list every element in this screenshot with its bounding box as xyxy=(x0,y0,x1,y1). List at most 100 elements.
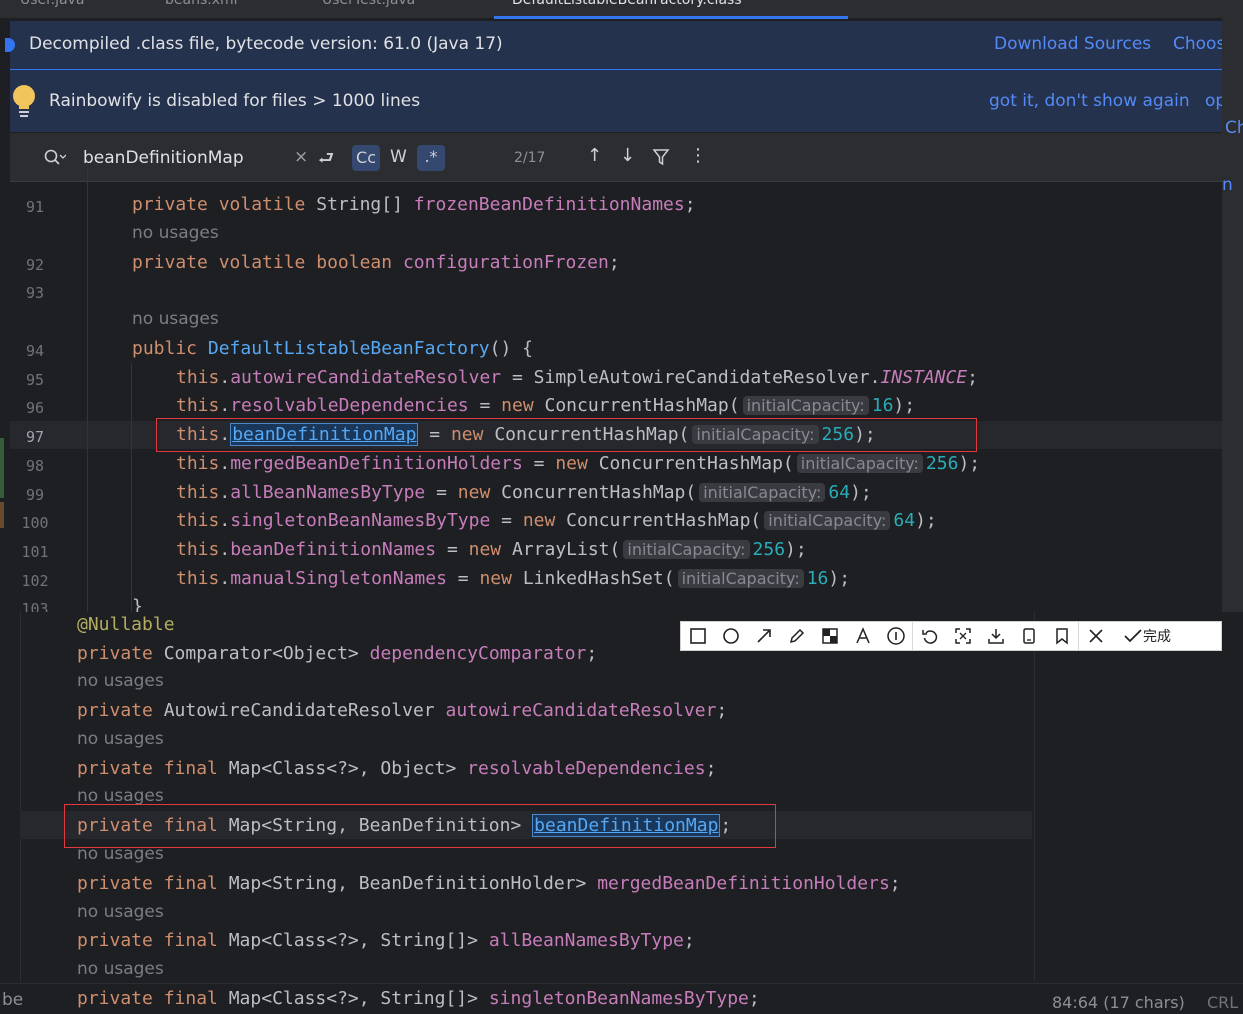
vcs-marker xyxy=(0,438,4,498)
line-number: 95 xyxy=(25,371,45,389)
line-number: 97 xyxy=(25,428,45,446)
close-icon[interactable] xyxy=(1078,622,1112,650)
pen-icon[interactable] xyxy=(780,622,813,650)
status-left-text: be xyxy=(2,990,24,1010)
download-icon[interactable] xyxy=(979,622,1012,650)
undo-icon[interactable] xyxy=(912,622,946,650)
annotation: @Nullable xyxy=(77,614,175,635)
code-line: this.beanDefinitionNames = new ArrayList… xyxy=(176,539,807,560)
line-number: 94 xyxy=(25,342,45,360)
right-edge-text-2: n xyxy=(1222,175,1233,195)
check-icon xyxy=(1124,629,1142,643)
usage-hint[interactable]: no usages xyxy=(77,902,164,922)
decompiled-banner: Decompiled .class file, bytecode version… xyxy=(5,21,1222,70)
tab-label: beans.xml xyxy=(165,0,238,8)
search-icon[interactable] xyxy=(44,149,66,167)
code-view-upper: 91 private volatile String[] frozenBeanD… xyxy=(10,168,1222,612)
words-button[interactable]: W xyxy=(390,147,407,167)
class-name: ConcurrentHashMap xyxy=(544,395,729,416)
constructor-name: DefaultListableBeanFactory xyxy=(207,338,490,359)
type-name: Map<Class<?>, String[]> xyxy=(228,988,478,1009)
done-button[interactable]: 完成 xyxy=(1112,622,1182,650)
right-side-panel-edge: Ch n xyxy=(1222,0,1243,612)
code-line: private volatile boolean configurationFr… xyxy=(132,252,620,273)
field-name: manualSingletonNames xyxy=(230,568,447,589)
type-name: AutowireCandidateResolver xyxy=(163,700,435,721)
field-name: singletonBeanNamesByType xyxy=(488,988,749,1009)
parameter-hint: initialCapacity: xyxy=(677,569,804,588)
line-number: 91 xyxy=(25,198,45,216)
tab-user-java[interactable]: User.java xyxy=(20,0,84,10)
usage-hint[interactable]: no usages xyxy=(132,223,219,243)
class-name: ConcurrentHashMap xyxy=(598,453,783,474)
more-options-icon[interactable]: ⋮ xyxy=(689,145,707,166)
rainbowify-text: Rainbowify is disabled for files > 1000 … xyxy=(49,91,421,111)
tab-beans-xml[interactable]: beans.xml xyxy=(165,0,238,10)
field-name: mergedBeanDefinitionHolders xyxy=(230,453,523,474)
arrow-icon[interactable] xyxy=(747,622,780,650)
phone-icon[interactable] xyxy=(1012,622,1045,650)
code-view-lower: @Nullable private Comparator<Object> dep… xyxy=(0,612,1034,983)
code-line: this.singletonBeanNamesByType = new Conc… xyxy=(176,510,937,531)
editor-tab-strip: User.java beans.xml UserTest.java Defaul… xyxy=(0,0,1243,19)
code-line: this.resolvableDependencies = new Concur… xyxy=(176,395,916,416)
line-number: 102 xyxy=(21,572,49,590)
clear-search-icon[interactable]: × xyxy=(294,147,308,167)
class-name: ConcurrentHashMap xyxy=(566,510,751,531)
choose-sources-link[interactable]: Choos xyxy=(1173,34,1222,54)
caret-position[interactable]: 84:64 (17 chars) xyxy=(1052,993,1185,1012)
done-label: 完成 xyxy=(1143,629,1171,645)
bookmark-icon[interactable] xyxy=(1045,622,1078,650)
active-tab-indicator xyxy=(494,16,848,19)
line-number: 93 xyxy=(25,284,45,302)
field-name: mergedBeanDefinitionHolders xyxy=(597,873,890,894)
decompiled-text: Decompiled .class file, bytecode version… xyxy=(29,34,503,54)
tab-user-test[interactable]: UserTest.java xyxy=(322,0,415,10)
parameter-hint: initialCapacity: xyxy=(742,396,869,415)
rectangle-icon[interactable] xyxy=(681,622,714,650)
parameter-hint: initialCapacity: xyxy=(623,540,750,559)
usage-hint[interactable]: no usages xyxy=(77,671,164,691)
code-line: } xyxy=(132,596,143,612)
usage-hint[interactable]: no usages xyxy=(132,309,219,329)
field-name: allBeanNamesByType xyxy=(488,930,684,951)
usage-hint[interactable]: no usages xyxy=(77,786,164,806)
number: 16 xyxy=(806,568,829,589)
tab-default-listable-bean-factory[interactable]: DefaultListableBeanFactory.class xyxy=(512,0,742,10)
code-line: private final Map<Class<?>, String[]> al… xyxy=(77,930,695,951)
dismiss-link[interactable]: got it, don't show again xyxy=(989,91,1190,111)
pin-icon[interactable] xyxy=(946,622,979,650)
field-name: configurationFrozen xyxy=(402,252,609,273)
number: 256 xyxy=(752,539,786,560)
lightbulb-icon xyxy=(13,85,35,117)
text-icon[interactable] xyxy=(846,622,879,650)
mosaic-icon[interactable] xyxy=(813,622,846,650)
usage-hint[interactable]: no usages xyxy=(77,959,164,979)
code-line: private AutowireCandidateResolver autowi… xyxy=(77,700,728,721)
field-name: dependencyComparator xyxy=(369,643,587,664)
field-name: resolvableDependencies xyxy=(230,395,469,416)
line-ending[interactable]: CRL xyxy=(1207,993,1238,1012)
next-occurrence-icon[interactable]: ↓ xyxy=(620,145,635,166)
code-line: this.mergedBeanDefinitionHolders = new C… xyxy=(176,453,981,474)
static-field: INSTANCE xyxy=(880,367,968,388)
tab-label: UserTest.java xyxy=(322,0,416,8)
previous-occurrence-icon[interactable]: ↑ xyxy=(587,145,602,166)
parameter-hint: initialCapacity: xyxy=(699,483,826,502)
right-panel xyxy=(1034,612,1243,982)
field-name: frozenBeanDefinitionNames xyxy=(413,194,685,215)
screenshot-toolbar: 完成 xyxy=(680,621,1222,651)
rainbowify-banner: Rainbowify is disabled for files > 1000 … xyxy=(10,70,1226,132)
filter-icon[interactable] xyxy=(652,148,670,166)
code-line: private final Map<Class<?>, String[]> si… xyxy=(77,988,760,1009)
usage-hint[interactable]: no usages xyxy=(77,844,164,864)
code-line: private final Map<String, BeanDefinition… xyxy=(77,873,901,894)
number-icon[interactable] xyxy=(879,622,912,650)
field-name: allBeanNamesByType xyxy=(230,482,426,503)
number: 16 xyxy=(871,395,894,416)
download-sources-link[interactable]: Download Sources xyxy=(994,34,1151,54)
usage-hint[interactable]: no usages xyxy=(77,729,164,749)
ellipse-icon[interactable] xyxy=(714,622,747,650)
code-line: this.manualSingletonNames = new LinkedHa… xyxy=(176,568,851,589)
search-input[interactable]: beanDefinitionMap xyxy=(83,148,244,168)
